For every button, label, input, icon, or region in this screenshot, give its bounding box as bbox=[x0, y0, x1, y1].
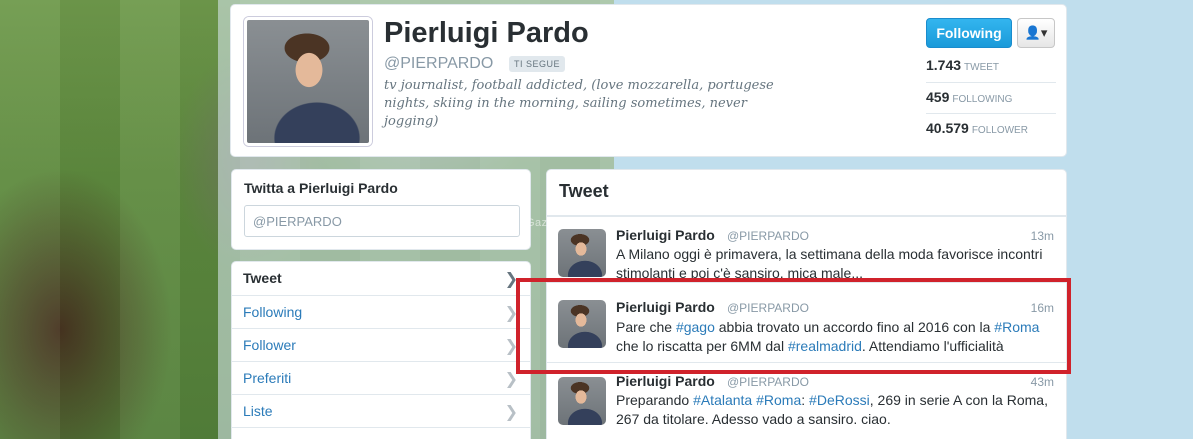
tweet-time[interactable]: 13m bbox=[1031, 229, 1054, 243]
profile-handle: @PIERPARDO bbox=[384, 55, 494, 72]
timeline-title: Tweet bbox=[559, 181, 609, 201]
tweet-to-card: Twitta a Pierluigi Pardo @PIERPARDO bbox=[231, 169, 531, 250]
tweet-item[interactable]: Pierluigi Pardo @PIERPARDO 13m A Milano … bbox=[547, 216, 1066, 282]
following-button[interactable]: Following bbox=[926, 18, 1012, 48]
nav-item-preferiti[interactable]: Preferiti ❯ bbox=[232, 361, 530, 394]
stat-following[interactable]: 459 FOLLOWING bbox=[926, 82, 1056, 113]
tweet-text: Preparando #Atalanta #Roma: #DeRossi, 26… bbox=[616, 391, 1056, 429]
stat-value: 40.579 bbox=[926, 120, 969, 136]
nav-item-label: Following bbox=[243, 304, 303, 320]
user-dropdown-icon: 👤▾ bbox=[1024, 25, 1048, 40]
profile-name: Pierluigi Pardo bbox=[384, 17, 589, 49]
tweet-text-segment: Preparando bbox=[616, 392, 694, 408]
user-actions-button[interactable]: 👤▾ bbox=[1017, 18, 1055, 48]
stat-label: FOLLOWING bbox=[952, 94, 1013, 105]
profile-avatar[interactable] bbox=[244, 17, 372, 146]
nav-item-label: Preferiti bbox=[243, 370, 292, 386]
tweet-author[interactable]: Pierluigi Pardo bbox=[616, 227, 715, 243]
chevron-right-icon: ❯ bbox=[504, 404, 518, 421]
tweet-avatar[interactable] bbox=[558, 377, 606, 425]
tweet-time[interactable]: 43m bbox=[1031, 375, 1054, 389]
highlight-annotation-box bbox=[516, 278, 1071, 374]
nav-item-label: Tweet bbox=[243, 270, 282, 286]
tweet-handle[interactable]: @PIERPARDO bbox=[727, 229, 809, 243]
nav-item-following[interactable]: Following ❯ bbox=[232, 295, 530, 328]
stat-label: FOLLOWER bbox=[971, 125, 1028, 136]
tweet-handle[interactable]: @PIERPARDO bbox=[727, 375, 809, 389]
follows-you-badge: TI SEGUE bbox=[509, 56, 566, 72]
nav-item-liste[interactable]: Liste ❯ bbox=[232, 394, 530, 427]
nav-item-more[interactable] bbox=[232, 427, 530, 439]
nav-item-follower[interactable]: Follower ❯ bbox=[232, 328, 530, 361]
tweet-text-segment: A Milano oggi è primavera, la settimana … bbox=[616, 246, 1043, 281]
hashtag-link[interactable]: #Roma bbox=[756, 392, 801, 408]
nav-item-tweet[interactable]: Tweet ❯ bbox=[232, 262, 530, 295]
tweet-author[interactable]: Pierluigi Pardo bbox=[616, 373, 715, 389]
stat-value: 1.743 bbox=[926, 57, 962, 73]
stat-value: 459 bbox=[926, 89, 950, 105]
hashtag-link[interactable]: #DeRossi bbox=[809, 392, 870, 408]
tweet-text-segment: : bbox=[801, 392, 810, 408]
profile-header-card: Pierluigi Pardo @PIERPARDO TI SEGUE tv j… bbox=[230, 4, 1067, 157]
profile-bio: tv journalist, football addicted, (love … bbox=[384, 78, 774, 129]
watermark-text: GazzettaSMILE bbox=[526, 217, 610, 229]
tweet-to-input[interactable]: @PIERPARDO bbox=[244, 205, 520, 237]
nav-item-label: Follower bbox=[243, 337, 296, 353]
stat-label: TWEET bbox=[964, 62, 1000, 73]
stat-followers[interactable]: 40.579 FOLLOWER bbox=[926, 113, 1056, 144]
tweet-to-title: Twitta a Pierluigi Pardo bbox=[244, 180, 398, 196]
tweet-avatar[interactable] bbox=[558, 229, 606, 277]
profile-nav: Tweet ❯ Following ❯ Follower ❯ Preferiti… bbox=[231, 261, 531, 439]
nav-item-label: Liste bbox=[243, 403, 273, 419]
hashtag-link[interactable]: #Atalanta bbox=[693, 392, 752, 408]
